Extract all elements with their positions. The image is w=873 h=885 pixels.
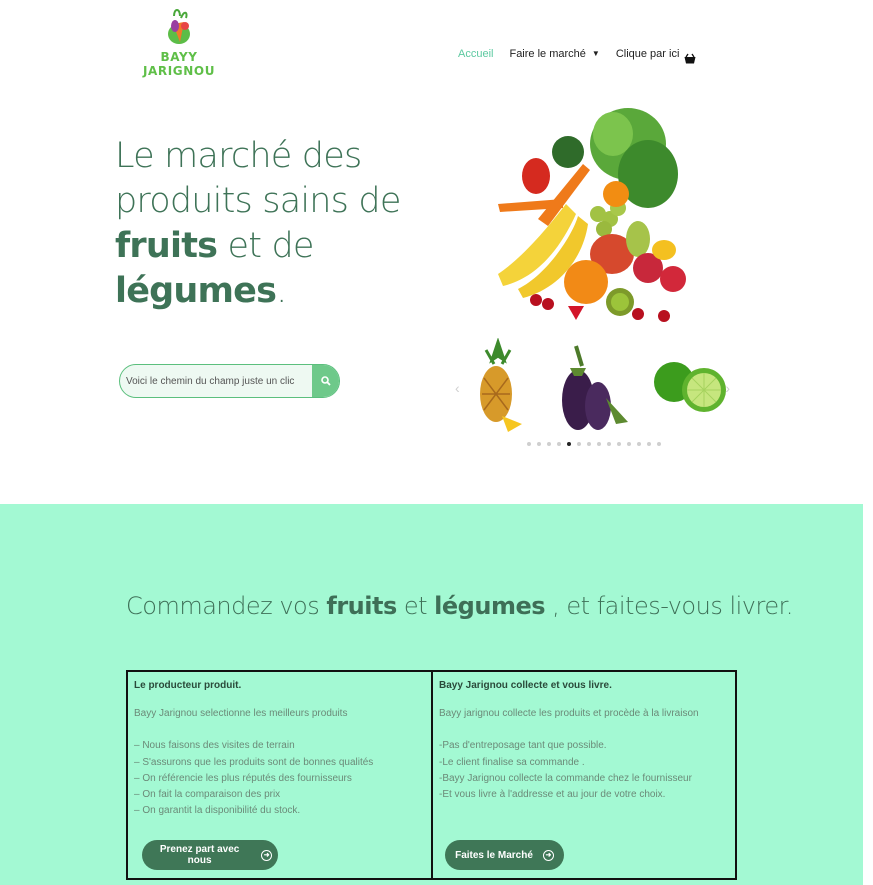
carousel-dot[interactable] <box>587 442 591 446</box>
list-item: -Et vous livre à l'addresse et au jour d… <box>439 789 666 801</box>
producer-box: Le producteur produit. Bayy Jarignou sel… <box>128 672 433 878</box>
delivery-lead: Bayy jarignou collecte les produits et p… <box>439 708 699 719</box>
carousel-slide-lime[interactable] <box>652 338 728 418</box>
producer-lead: Bayy Jarignou selectionne les meilleurs … <box>134 708 348 719</box>
logo-text: BAYY JARIGNOU <box>142 50 216 78</box>
hero-title-line1: Le marché des <box>115 136 362 176</box>
logo[interactable]: BAYY JARIGNOU <box>140 6 218 78</box>
hero-title-mid: et de <box>217 226 314 266</box>
join-us-label: Prenez part avec nous <box>159 844 240 866</box>
delivery-box: Bayy Jarignou collecte et vous livre. Ba… <box>433 672 735 878</box>
carousel-dots <box>527 442 661 446</box>
nav-item-accueil[interactable]: Accueil <box>458 48 493 60</box>
section-title-bold-legumes: légumes <box>434 592 546 620</box>
carousel-dot[interactable] <box>657 442 661 446</box>
nav-item-clique-par-ici[interactable]: Clique par ici <box>616 48 680 60</box>
delivery-section: Commandez vos fruits et légumes , et fai… <box>0 504 863 885</box>
search-icon <box>320 376 331 386</box>
vegetable-logo-icon <box>168 9 190 44</box>
carousel-dot[interactable] <box>527 442 531 446</box>
list-item: -Bayy Jarignou collecte la commande chez… <box>439 772 692 784</box>
main-nav: Accueil Faire le marché ▼ Clique par ici <box>458 48 679 60</box>
section-title-part2: et <box>396 592 435 620</box>
carousel-dot[interactable] <box>647 442 651 446</box>
carousel-slide-eggplant[interactable] <box>556 338 632 434</box>
carousel-dot[interactable] <box>537 442 541 446</box>
carousel-slide-pineapple[interactable] <box>472 338 524 434</box>
carousel-dot[interactable] <box>577 442 581 446</box>
list-item: – S'assurons que les produits sont de bo… <box>134 756 374 768</box>
product-carousel: ‹ › <box>452 338 732 438</box>
shop-market-button[interactable]: Faites le Marché ➜ <box>445 840 564 870</box>
carousel-dot[interactable] <box>567 442 571 446</box>
list-item: – Nous faisons des visites de terrain <box>134 740 295 752</box>
chevron-down-icon: ▼ <box>591 49 600 58</box>
producer-heading: Le producteur produit. <box>134 680 242 691</box>
carousel-dot[interactable] <box>617 442 621 446</box>
section-title: Commandez vos fruits et légumes , et fai… <box>126 592 793 620</box>
shopping-basket-icon[interactable] <box>684 51 696 69</box>
list-item: – On garantit la disponibilité du stock. <box>134 805 301 817</box>
list-item: -Le client finalise sa commande . <box>439 756 585 768</box>
search-bar <box>119 364 340 398</box>
delivery-heading: Bayy Jarignou collecte et vous livre. <box>439 680 612 691</box>
list-item: -Pas d'entreposage tant que possible. <box>439 740 607 752</box>
arrow-right-circle-icon: ➜ <box>261 849 272 861</box>
info-boxes: Le producteur produit. Bayy Jarignou sel… <box>126 670 737 880</box>
section-title-part1: Commandez vos <box>126 592 327 620</box>
section-title-part3: , et faites-vous livrer. <box>545 592 793 620</box>
hero-title-end: . <box>276 271 287 311</box>
carousel-dot[interactable] <box>557 442 561 446</box>
join-us-button[interactable]: Prenez part avec nous ➜ <box>142 840 278 870</box>
carousel-prev-arrow-icon[interactable]: ‹ <box>455 380 460 396</box>
fruit-vegetable-pile-image <box>498 108 686 322</box>
shop-market-label: Faites le Marché <box>455 849 533 861</box>
nav-item-label: Faire le marché <box>509 48 586 60</box>
search-button[interactable] <box>312 365 339 397</box>
carousel-dot[interactable] <box>627 442 631 446</box>
hero-title-bold-fruits: fruits <box>115 226 218 266</box>
hero-title-bold-legumes: légumes <box>115 271 277 311</box>
arrow-right-circle-icon: ➜ <box>542 849 554 861</box>
hero-title: Le marché des produits sains de fruits e… <box>115 134 445 314</box>
carousel-dot[interactable] <box>597 442 601 446</box>
carousel-dot[interactable] <box>547 442 551 446</box>
hero-title-line2: produits sains de <box>115 181 401 221</box>
section-title-bold-fruits: fruits <box>326 592 397 620</box>
list-item: – On référencie les plus réputés des fou… <box>134 772 352 784</box>
carousel-dot[interactable] <box>607 442 611 446</box>
nav-item-faire-le-marche[interactable]: Faire le marché ▼ <box>509 48 599 60</box>
carousel-next-arrow-icon[interactable]: › <box>725 380 730 396</box>
carousel-dot[interactable] <box>637 442 641 446</box>
search-input[interactable] <box>120 365 310 397</box>
list-item: – On fait la comparaison des prix <box>134 789 281 801</box>
